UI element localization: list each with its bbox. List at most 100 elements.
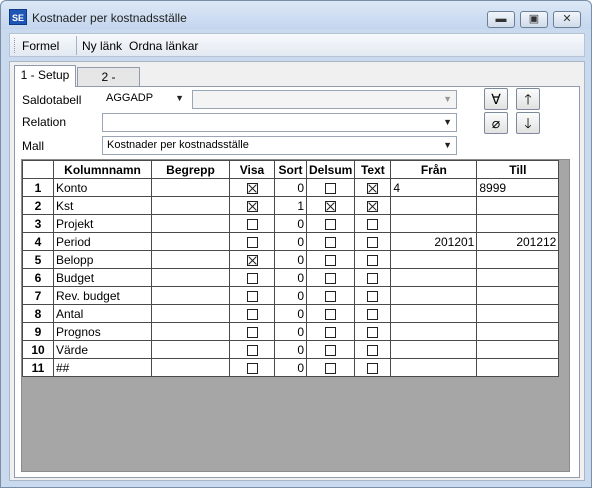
- delsum-cell[interactable]: [305, 358, 356, 377]
- begrepp-cell[interactable]: [151, 232, 230, 251]
- kolumnnamn-cell[interactable]: Värde: [53, 340, 152, 359]
- visa-checkbox[interactable]: [246, 290, 258, 302]
- minimize-button[interactable]: ▬: [487, 11, 515, 28]
- begrepp-cell[interactable]: [151, 286, 230, 305]
- table-row[interactable]: 4 Period 0 201201 201212: [22, 232, 560, 251]
- kolumnnamn-cell[interactable]: Antal: [53, 304, 152, 323]
- menu-ordna-lankar[interactable]: Ordna länkar: [129, 39, 198, 53]
- begrepp-cell[interactable]: [151, 196, 230, 215]
- header-begrepp[interactable]: Begrepp: [151, 160, 230, 179]
- visa-cell[interactable]: [229, 268, 275, 287]
- text-cell[interactable]: [354, 322, 392, 341]
- visa-cell[interactable]: [229, 178, 275, 197]
- visa-checkbox[interactable]: [246, 182, 258, 194]
- kolumnnamn-cell[interactable]: Kst: [53, 196, 152, 215]
- menu-ny-lank[interactable]: Ny länk: [82, 39, 122, 53]
- fran-cell[interactable]: [390, 340, 478, 359]
- move-up-button[interactable]: 🡑: [516, 88, 540, 110]
- text-checkbox[interactable]: [367, 254, 379, 266]
- visa-cell[interactable]: [229, 286, 275, 305]
- delsum-cell[interactable]: [305, 214, 356, 233]
- begrepp-cell[interactable]: [151, 250, 230, 269]
- text-cell[interactable]: [354, 232, 392, 251]
- table-row[interactable]: 11 ## 0: [22, 358, 560, 377]
- tab-setup[interactable]: 1 - Setup: [14, 65, 76, 87]
- kolumnnamn-cell[interactable]: Prognos: [53, 322, 152, 341]
- sort-cell[interactable]: 0: [274, 232, 307, 251]
- sort-cell[interactable]: 0: [274, 322, 307, 341]
- sort-cell[interactable]: 0: [274, 340, 307, 359]
- text-cell[interactable]: [354, 268, 392, 287]
- text-checkbox[interactable]: [367, 362, 379, 374]
- text-checkbox[interactable]: [367, 182, 379, 194]
- till-cell[interactable]: [476, 340, 560, 359]
- till-cell[interactable]: [476, 196, 560, 215]
- saldotabell-extra-select[interactable]: ▼: [192, 90, 457, 109]
- title-bar[interactable]: SE Kostnader per kostnadsställe ▬ ▣ ✕: [1, 1, 591, 29]
- visa-cell[interactable]: [229, 340, 275, 359]
- mall-select[interactable]: Kostnader per kostnadsställe ▼: [102, 136, 457, 155]
- text-cell[interactable]: [354, 304, 392, 323]
- table-row[interactable]: 5 Belopp 0: [22, 250, 560, 269]
- visa-cell[interactable]: [229, 214, 275, 233]
- empty-set-button[interactable]: ⌀: [484, 112, 508, 134]
- header-kolumnnamn[interactable]: Kolumnnamn: [53, 160, 152, 179]
- delsum-checkbox[interactable]: [325, 308, 337, 320]
- header-delsum[interactable]: Delsum: [305, 160, 356, 179]
- delsum-cell[interactable]: [305, 286, 356, 305]
- header-sort[interactable]: Sort: [274, 160, 307, 179]
- table-row[interactable]: 9 Prognos 0: [22, 322, 560, 341]
- visa-checkbox[interactable]: [246, 308, 258, 320]
- delsum-checkbox[interactable]: [325, 218, 337, 230]
- visa-checkbox[interactable]: [246, 272, 258, 284]
- tab-resultat[interactable]: 2 - Resultat: [77, 67, 140, 102]
- header-visa[interactable]: Visa: [229, 160, 275, 179]
- sort-cell[interactable]: 0: [274, 358, 307, 377]
- text-cell[interactable]: [354, 250, 392, 269]
- sort-cell[interactable]: 0: [274, 178, 307, 197]
- visa-checkbox[interactable]: [246, 326, 258, 338]
- table-row[interactable]: 10 Värde 0: [22, 340, 560, 359]
- fran-cell[interactable]: [390, 286, 478, 305]
- begrepp-cell[interactable]: [151, 340, 230, 359]
- visa-cell[interactable]: [229, 196, 275, 215]
- kolumnnamn-cell[interactable]: Konto: [53, 178, 152, 197]
- header-till[interactable]: Till: [476, 160, 560, 179]
- till-cell[interactable]: [476, 250, 560, 269]
- delsum-checkbox[interactable]: [325, 200, 337, 212]
- sort-cell[interactable]: 0: [274, 286, 307, 305]
- delsum-cell[interactable]: [305, 268, 356, 287]
- fran-cell[interactable]: [390, 268, 478, 287]
- fran-cell[interactable]: [390, 196, 478, 215]
- till-cell[interactable]: [476, 214, 560, 233]
- header-text[interactable]: Text: [354, 160, 392, 179]
- delsum-checkbox[interactable]: [325, 362, 337, 374]
- text-checkbox[interactable]: [367, 272, 379, 284]
- till-cell[interactable]: [476, 304, 560, 323]
- visa-checkbox[interactable]: [246, 200, 258, 212]
- visa-checkbox[interactable]: [246, 254, 258, 266]
- begrepp-cell[interactable]: [151, 358, 230, 377]
- till-cell[interactable]: [476, 286, 560, 305]
- sort-cell[interactable]: 0: [274, 304, 307, 323]
- kolumnnamn-cell[interactable]: Period: [53, 232, 152, 251]
- delsum-checkbox[interactable]: [325, 326, 337, 338]
- visa-checkbox[interactable]: [246, 344, 258, 356]
- text-checkbox[interactable]: [367, 344, 379, 356]
- fran-cell[interactable]: [390, 304, 478, 323]
- table-row[interactable]: 1 Konto 0 4 8999: [22, 178, 560, 197]
- text-checkbox[interactable]: [367, 218, 379, 230]
- visa-cell[interactable]: [229, 322, 275, 341]
- table-row[interactable]: 3 Projekt 0: [22, 214, 560, 233]
- kolumnnamn-cell[interactable]: Belopp: [53, 250, 152, 269]
- fran-cell[interactable]: [390, 214, 478, 233]
- fran-cell[interactable]: [390, 322, 478, 341]
- sort-cell[interactable]: 0: [274, 250, 307, 269]
- delsum-cell[interactable]: [305, 232, 356, 251]
- begrepp-cell[interactable]: [151, 322, 230, 341]
- visa-cell[interactable]: [229, 232, 275, 251]
- text-cell[interactable]: [354, 214, 392, 233]
- saldotabell-select[interactable]: AGGADP ▼: [102, 90, 188, 109]
- begrepp-cell[interactable]: [151, 178, 230, 197]
- delsum-checkbox[interactable]: [325, 236, 337, 248]
